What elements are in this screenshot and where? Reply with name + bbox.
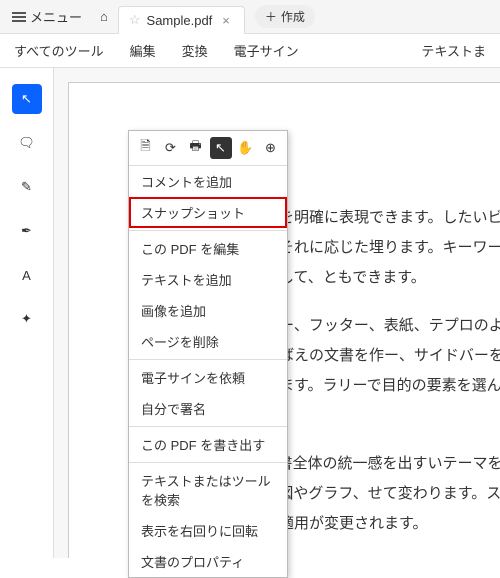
signature-tool[interactable]: ✒ — [12, 216, 42, 246]
create-button[interactable]: ＋ 作成 — [255, 5, 315, 28]
context-menu-item[interactable]: 画像を追加 — [129, 295, 287, 326]
text-box-tool[interactable]: A — [12, 260, 42, 290]
context-menu-item[interactable]: テキストを追加 — [129, 264, 287, 295]
print-icon[interactable]: 🖶 — [185, 137, 207, 159]
convert-button[interactable]: 変換 — [174, 37, 216, 64]
edit-button[interactable]: 編集 — [122, 37, 164, 64]
hand-icon[interactable]: ✋ — [235, 137, 257, 159]
comment-tool[interactable]: 🗨 — [12, 128, 42, 158]
context-menu-item[interactable]: 表示を右回りに回転 — [129, 515, 287, 546]
draw-tool[interactable]: ✦ — [12, 304, 42, 334]
select-icon[interactable]: ↖ — [210, 137, 232, 159]
context-menu-item[interactable]: テキストまたはツールを検索 — [129, 465, 287, 515]
context-menu-item[interactable]: スナップショット — [129, 197, 287, 228]
create-label: 作成 — [281, 8, 305, 25]
separator — [129, 359, 287, 360]
home-button[interactable]: ⌂ — [92, 5, 116, 28]
context-menu-item[interactable]: ページを削除 — [129, 326, 287, 357]
zoom-icon[interactable]: ⊕ — [260, 137, 282, 159]
all-tools-button[interactable]: すべてのツール — [6, 37, 112, 64]
esign-button[interactable]: 電子サイン — [226, 37, 307, 64]
highlight-tool[interactable]: ✎ — [12, 172, 42, 202]
sidebar: ↖ 🗨 ✎ ✒ A ✦ — [0, 68, 54, 558]
context-menu-item[interactable]: 文書のプロパティ — [129, 546, 287, 577]
star-icon: ☆ — [129, 12, 141, 28]
context-menu-toolbar: 🗎⟳🖶↖✋⊕ — [129, 131, 287, 166]
top-bar: メニュー ⌂ ☆ Sample.pdf × ＋ 作成 — [0, 0, 500, 34]
select-tool[interactable]: ↖ — [12, 84, 42, 114]
tab-title: Sample.pdf — [147, 13, 213, 28]
close-icon[interactable]: × — [218, 13, 234, 28]
home-icon: ⌂ — [100, 9, 108, 24]
context-menu-item[interactable]: この PDF を書き出す — [129, 429, 287, 460]
menu-label: メニュー — [30, 7, 82, 26]
context-menu-item[interactable]: 電子サインを依頼 — [129, 362, 287, 393]
context-menu: 🗎⟳🖶↖✋⊕ コメントを追加スナップショットこの PDF を編集テキストを追加画… — [128, 130, 288, 578]
separator — [129, 462, 287, 463]
separator — [129, 426, 287, 427]
separator — [129, 230, 287, 231]
menu-button[interactable]: メニュー — [4, 3, 90, 30]
plus-icon: ＋ — [265, 8, 277, 25]
rotate-icon[interactable]: ⟳ — [160, 137, 182, 159]
context-menu-item[interactable]: この PDF を編集 — [129, 233, 287, 264]
text-tool-right[interactable]: テキストま — [413, 37, 494, 64]
hamburger-icon — [12, 12, 26, 22]
context-menu-item[interactable]: コメントを追加 — [129, 166, 287, 197]
context-menu-item[interactable]: 自分で署名 — [129, 393, 287, 424]
page-icon[interactable]: 🗎 — [135, 137, 157, 159]
toolbar: すべてのツール 編集 変換 電子サイン テキストま — [0, 34, 500, 68]
document-tab[interactable]: ☆ Sample.pdf × — [118, 6, 245, 34]
